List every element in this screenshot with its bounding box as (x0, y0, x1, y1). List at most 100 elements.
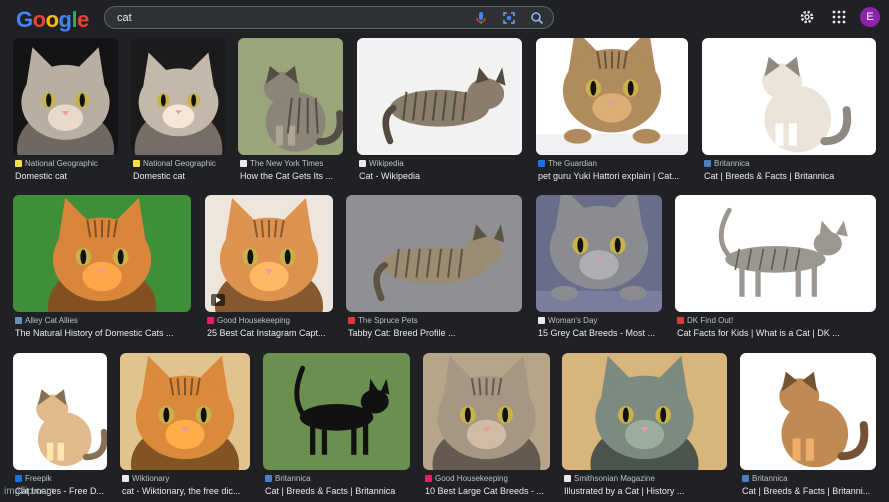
result-thumbnail[interactable] (740, 353, 876, 470)
result-source[interactable]: Smithsonian Magazine (564, 474, 655, 483)
source-name: Britannica (752, 474, 788, 483)
result-thumbnail[interactable] (346, 195, 522, 312)
source-favicon-icon (15, 475, 22, 482)
result-source[interactable]: Wiktionary (122, 474, 169, 483)
result-source[interactable]: Good Housekeeping (207, 316, 290, 325)
image-result-card[interactable]: Alley Cat Allies The Natural History of D… (13, 195, 191, 344)
result-title[interactable]: Cat Facts for Kids | What is a Cat | DK … (677, 328, 876, 338)
apps-grid-icon[interactable] (830, 8, 848, 26)
google-logo[interactable]: Google (16, 7, 89, 33)
result-thumbnail[interactable] (205, 195, 333, 312)
search-input[interactable] (117, 10, 457, 25)
top-bar: Google E (0, 0, 889, 34)
result-title[interactable]: Cat | Breeds & Facts | Britannica (704, 171, 876, 181)
search-box (104, 6, 554, 29)
watermark: imgflip.com (4, 486, 55, 497)
result-title[interactable]: Domestic cat (15, 171, 118, 181)
result-thumbnail[interactable] (13, 353, 107, 470)
source-name: The Guardian (548, 159, 597, 168)
microphone-icon[interactable] (473, 10, 489, 26)
image-result-card[interactable]: Good Housekeeping 10 Best Large Cat Breed… (423, 353, 550, 502)
result-source[interactable]: The Spruce Pets (348, 316, 418, 325)
camera-lens-icon[interactable] (501, 10, 517, 26)
source-favicon-icon (538, 160, 545, 167)
result-title[interactable]: Cat | Breeds & Facts | Britannica (265, 486, 410, 496)
source-name: Wiktionary (132, 474, 170, 483)
source-favicon-icon (133, 160, 140, 167)
image-result-card[interactable]: Woman's Day 15 Grey Cat Breeds - Most ... (536, 195, 662, 344)
result-thumbnail[interactable] (562, 353, 727, 470)
result-title[interactable]: pet guru Yuki Hattori explain | Cat... (538, 171, 688, 181)
image-result-card[interactable]: Freepik Cat Images - Free D... (13, 353, 107, 502)
settings-gear-icon[interactable] (798, 8, 816, 26)
result-source[interactable]: Britannica (265, 474, 311, 483)
result-source[interactable]: Woman's Day (538, 316, 597, 325)
source-favicon-icon (564, 475, 571, 482)
image-result-card[interactable]: Wiktionary cat - Wiktionary, the free dic… (120, 353, 250, 502)
image-result-card[interactable]: National Geographic Domestic cat (131, 38, 226, 187)
source-favicon-icon (207, 317, 214, 324)
video-play-icon (211, 294, 225, 306)
result-thumbnail[interactable] (536, 195, 662, 312)
source-favicon-icon (425, 475, 432, 482)
result-source[interactable]: Alley Cat Allies (15, 316, 78, 325)
result-title[interactable]: Cat - Wikipedia (359, 171, 522, 181)
result-source[interactable]: Wikipedia (359, 159, 404, 168)
source-favicon-icon (122, 475, 129, 482)
result-title[interactable]: The Natural History of Domestic Cats ... (15, 328, 191, 338)
source-favicon-icon (677, 317, 684, 324)
result-source[interactable]: Freepik (15, 474, 52, 483)
result-title[interactable]: cat - Wiktionary, the free dic... (122, 486, 250, 496)
result-source[interactable]: The Guardian (538, 159, 597, 168)
source-name: Britannica (714, 159, 750, 168)
result-source[interactable]: Britannica (742, 474, 788, 483)
source-favicon-icon (15, 317, 22, 324)
result-title[interactable]: 15 Grey Cat Breeds - Most ... (538, 328, 662, 338)
image-result-card[interactable]: The Guardian pet guru Yuki Hattori explai… (536, 38, 688, 187)
result-thumbnail[interactable] (120, 353, 250, 470)
result-title[interactable]: Domestic cat (133, 171, 226, 181)
image-result-card[interactable]: The Spruce Pets Tabby Cat: Breed Profile … (346, 195, 522, 344)
account-avatar[interactable]: E (860, 7, 880, 27)
result-source[interactable]: Good Housekeeping (425, 474, 508, 483)
result-thumbnail[interactable] (536, 38, 688, 155)
result-title[interactable]: How the Cat Gets Its ... (240, 171, 343, 181)
image-result-card[interactable]: Britannica Cat | Breeds & Facts | Britann… (740, 353, 876, 502)
result-title[interactable]: Cat | Breeds & Facts | Britanni... (742, 486, 876, 496)
source-name: Smithsonian Magazine (574, 474, 655, 483)
result-source[interactable]: National Geographic (133, 159, 216, 168)
search-icon[interactable] (529, 10, 545, 26)
result-thumbnail[interactable] (131, 38, 226, 155)
result-thumbnail[interactable] (675, 195, 876, 312)
result-thumbnail[interactable] (702, 38, 876, 155)
source-name: The Spruce Pets (358, 316, 418, 325)
result-source[interactable]: DK Find Out! (677, 316, 733, 325)
result-source[interactable]: The New York Times (240, 159, 323, 168)
image-result-card[interactable]: National Geographic Domestic cat (13, 38, 118, 187)
source-favicon-icon (359, 160, 366, 167)
image-result-card[interactable]: Britannica Cat | Breeds & Facts | Britann… (263, 353, 410, 502)
result-thumbnail[interactable] (357, 38, 522, 155)
result-source[interactable]: Britannica (704, 159, 750, 168)
result-source[interactable]: National Geographic (15, 159, 98, 168)
image-result-card[interactable]: Britannica Cat | Breeds & Facts | Britann… (702, 38, 876, 187)
source-name: National Geographic (143, 159, 216, 168)
image-result-card[interactable]: Good Housekeeping 25 Best Cat Instagram C… (205, 195, 333, 344)
result-title[interactable]: Illustrated by a Cat | History ... (564, 486, 727, 496)
result-thumbnail[interactable] (13, 38, 118, 155)
source-name: Britannica (275, 474, 311, 483)
result-thumbnail[interactable] (238, 38, 343, 155)
result-thumbnail[interactable] (13, 195, 191, 312)
result-title[interactable]: Tabby Cat: Breed Profile ... (348, 328, 522, 338)
result-thumbnail[interactable] (263, 353, 410, 470)
result-title[interactable]: 10 Best Large Cat Breeds - ... (425, 486, 550, 496)
result-title[interactable]: 25 Best Cat Instagram Capt... (207, 328, 333, 338)
image-result-card[interactable]: The New York Times How the Cat Gets Its .… (238, 38, 343, 187)
source-name: The New York Times (250, 159, 324, 168)
result-thumbnail[interactable] (423, 353, 550, 470)
image-result-card[interactable]: DK Find Out! Cat Facts for Kids | What is… (675, 195, 876, 344)
source-name: Freepik (25, 474, 52, 483)
image-result-card[interactable]: Wikipedia Cat - Wikipedia (357, 38, 522, 187)
image-result-card[interactable]: Smithsonian Magazine Illustrated by a Cat… (562, 353, 727, 502)
source-name: National Geographic (25, 159, 98, 168)
